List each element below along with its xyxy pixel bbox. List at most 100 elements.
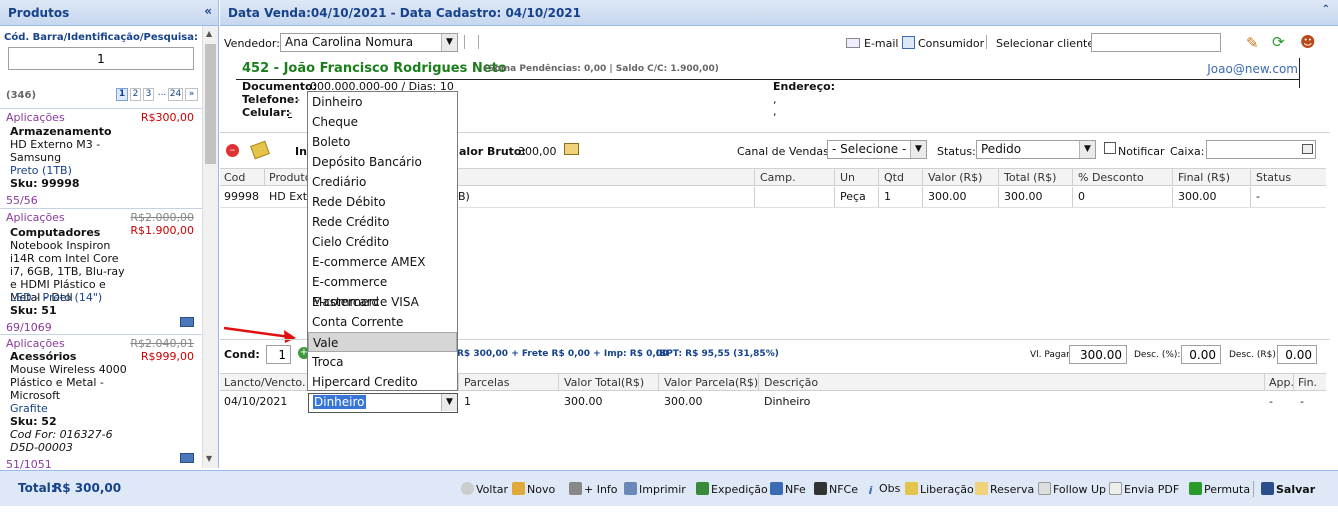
dropdown-option[interactable]: Dinheiro [308, 92, 457, 112]
page-2[interactable]: 2 [130, 88, 141, 101]
page-24[interactable]: 24 [168, 88, 183, 101]
page-ellipsis: ... [156, 88, 168, 101]
dropdown-option[interactable]: Troca [308, 352, 457, 372]
dropdown-option[interactable]: Vale [308, 332, 457, 352]
document-label: Documento: [242, 80, 318, 93]
dropdown-option[interactable]: E-commerce Mastercard [308, 272, 457, 309]
red-arrow-annotation [223, 326, 296, 343]
release-button[interactable]: Liberação [905, 482, 974, 496]
dropdown-option[interactable]: Cielo Crédito [308, 232, 457, 252]
shipping-icon [696, 482, 709, 495]
channel-select[interactable]: - Selecione - ▼ [827, 140, 927, 159]
consumer-icon[interactable] [902, 36, 915, 49]
cash-picker-icon[interactable] [1302, 144, 1313, 154]
product-price: R$999,00 [140, 350, 194, 363]
send-pdf-button[interactable]: Envia PDF [1109, 482, 1179, 496]
phone-value: - [296, 93, 300, 106]
disc-pct-input[interactable] [1181, 345, 1221, 364]
col-app: App. [1269, 376, 1294, 389]
payment-method-dropdown[interactable]: Dinheiro Cheque Boleto Depósito Bancário Cre… [307, 91, 458, 391]
obs-button[interactable]: i Obs [864, 482, 901, 497]
eraser-icon[interactable] [250, 140, 270, 160]
seller-value: Ana Carolina Nomura [285, 35, 414, 49]
follow-up-button[interactable]: Follow Up [1038, 482, 1106, 496]
nfce-button[interactable]: NFCe [814, 482, 858, 496]
pay-input[interactable] [1069, 345, 1127, 364]
dropdown-option[interactable]: Rede Débito [308, 192, 457, 212]
products-panel-header: Produtos « [0, 0, 218, 26]
page-3[interactable]: 3 [143, 88, 154, 101]
image-icon[interactable] [180, 453, 194, 463]
seller-label: Vendedor: [224, 37, 280, 50]
address-label: Endereço: [773, 80, 836, 93]
product-category: Aplicações [6, 337, 65, 350]
dropdown-option[interactable]: E-commerce AMEX [308, 252, 457, 272]
product-card[interactable]: Aplicações R$300,00 Armazenamento HD Ext… [0, 108, 202, 208]
channel-value: - Selecione - [832, 142, 907, 156]
print-button[interactable]: Imprimir [624, 482, 686, 496]
dropdown-option[interactable]: Depósito Bancário [308, 152, 457, 172]
cell-total: 300.00 [1004, 190, 1043, 203]
shipping-button[interactable]: Expedição [696, 482, 768, 496]
pay-label: Vl. Pagar: [1030, 350, 1073, 360]
collapse-icon[interactable]: « [204, 4, 212, 18]
edit-client-icon[interactable]: ✎ [1246, 34, 1259, 52]
remove-icon[interactable]: – [226, 144, 239, 157]
col-produto: Produto [269, 171, 312, 184]
notify-checkbox[interactable] [1104, 142, 1116, 154]
cash-input[interactable] [1206, 140, 1316, 159]
dropdown-option[interactable]: Rede Crédito [308, 212, 457, 232]
payment-method-value: Dinheiro [313, 395, 366, 409]
chevron-down-icon: ▼ [910, 141, 926, 158]
dropdown-option[interactable]: Boleto [308, 132, 457, 152]
select-client-input[interactable] [1091, 33, 1221, 52]
reserve-button[interactable]: Reserva [975, 482, 1034, 496]
notify-label: Notificar [1118, 145, 1165, 158]
status-select[interactable]: Pedido ▼ [976, 140, 1096, 159]
consumer-button[interactable]: Consumidor [918, 37, 984, 50]
cell-descricao: Dinheiro [764, 395, 811, 408]
collapse-up-icon[interactable]: ⌃ [1322, 4, 1330, 15]
nfe-icon [770, 482, 783, 495]
seller-select[interactable]: Ana Carolina Nomura ▼ [280, 33, 458, 52]
dropdown-option[interactable]: Cheque [308, 112, 457, 132]
save-button[interactable]: Salvar [1261, 482, 1315, 496]
exchange-button[interactable]: Permuta [1189, 482, 1250, 496]
status-label: Status: [937, 145, 976, 158]
dropdown-option[interactable]: E-commerce VISA [308, 292, 457, 312]
more-info-button[interactable]: + Info [569, 482, 618, 496]
dropdown-option[interactable]: Hipercard Credito [308, 372, 457, 392]
refresh-icon[interactable]: ⟳ [1272, 33, 1285, 51]
product-card[interactable]: Aplicações R$2.000,00 R$1.900,00 Computa… [0, 208, 202, 334]
page-1[interactable]: 1 [116, 88, 128, 101]
client-balance: (Soma Pendências: 0,00 | Saldo C/C: 1.90… [484, 64, 719, 74]
back-button[interactable]: Voltar [461, 482, 508, 496]
col-fin: Fin. [1298, 376, 1318, 389]
page-next[interactable]: » [185, 88, 198, 101]
cell-fin: - [1300, 395, 1304, 408]
dropdown-option[interactable]: Crediário [308, 172, 457, 192]
email-button[interactable]: E-mail [864, 37, 899, 50]
calculator-icon[interactable] [564, 143, 579, 155]
col-total: Total (R$) [1004, 171, 1057, 184]
mail-icon[interactable] [846, 38, 860, 48]
new-button[interactable]: Novo [512, 482, 555, 496]
image-icon[interactable] [180, 317, 194, 327]
release-icon [905, 482, 918, 495]
cell-app: - [1269, 395, 1273, 408]
product-desc: Mouse Wireless 4000 Plástico e Metal - M… [10, 363, 127, 402]
payment-method-select[interactable]: Dinheiro ▼ [308, 393, 458, 413]
col-final: Final (R$) [1178, 171, 1231, 184]
col-descricao: Descrição [764, 376, 819, 389]
product-name: Armazenamento [10, 125, 112, 138]
disc-val-input[interactable] [1277, 345, 1317, 364]
scrollbar-thumb[interactable] [205, 44, 216, 164]
product-search-input[interactable] [8, 47, 194, 70]
product-card[interactable]: Aplicações R$2.040,01 R$999,00 Acessório… [0, 334, 202, 471]
client-user-icon[interactable]: ☻ [1300, 33, 1316, 51]
client-email[interactable]: Joao@new.com [1207, 62, 1298, 76]
products-scrollbar[interactable]: ▲ ▼ [202, 26, 218, 468]
nfe-button[interactable]: NFe [770, 482, 806, 496]
cond-input[interactable] [266, 345, 291, 364]
dropdown-option[interactable]: Conta Corrente [308, 312, 457, 332]
